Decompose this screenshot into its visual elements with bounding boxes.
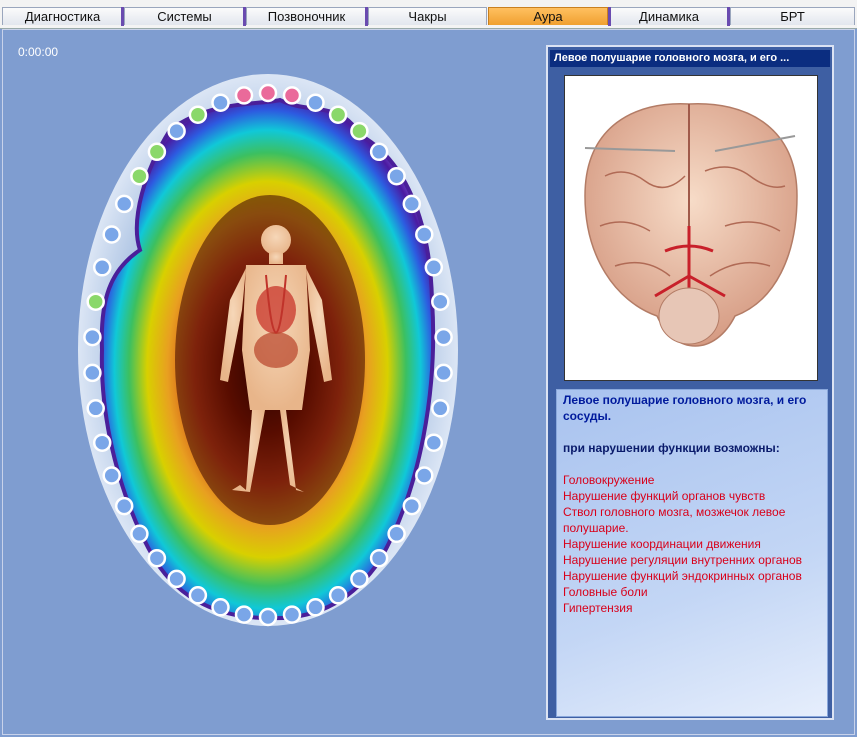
tab-bar: Диагностика Системы Позвоночник Чакры Ау… bbox=[0, 0, 857, 29]
aura-point[interactable] bbox=[211, 93, 230, 112]
aura-point[interactable] bbox=[102, 466, 121, 485]
aura-point[interactable] bbox=[83, 327, 102, 347]
aura-point[interactable] bbox=[83, 363, 102, 383]
aura-point[interactable] bbox=[402, 194, 422, 214]
aura-visualization bbox=[78, 74, 458, 627]
aura-point[interactable] bbox=[387, 524, 406, 544]
aura-point[interactable] bbox=[350, 121, 369, 141]
tab-aura[interactable]: Аура bbox=[488, 7, 608, 25]
aura-point[interactable] bbox=[92, 258, 112, 277]
aura-point[interactable] bbox=[234, 605, 254, 624]
description-box: Левое полушарие головного мозга, и его с… bbox=[556, 389, 828, 717]
tab-diagnostics[interactable]: Диагностика bbox=[2, 7, 124, 26]
symptom-item: Ствол головного мозга, мозжечок левое по… bbox=[563, 505, 786, 535]
aura-point[interactable] bbox=[424, 433, 444, 452]
aura-point[interactable] bbox=[431, 292, 450, 311]
aura-point[interactable] bbox=[167, 569, 186, 589]
tab-dynamics[interactable]: Динамика bbox=[608, 7, 730, 26]
aura-point[interactable] bbox=[350, 569, 369, 589]
aura-point[interactable] bbox=[167, 121, 186, 141]
aura-point[interactable] bbox=[114, 496, 134, 516]
aura-point[interactable] bbox=[369, 548, 389, 568]
tab-chakras[interactable]: Чакры bbox=[368, 7, 487, 25]
aura-point[interactable] bbox=[114, 194, 134, 214]
tab-systems[interactable]: Системы bbox=[124, 7, 246, 26]
aura-point[interactable] bbox=[434, 363, 453, 383]
aura-point[interactable] bbox=[402, 496, 422, 516]
timer: 0:00:00 bbox=[18, 45, 59, 59]
info-panel: Левое полушарие головного мозга, и его .… bbox=[546, 45, 834, 720]
symptom-item: Нарушение регуляции внутренних органов bbox=[563, 553, 803, 567]
aura-point[interactable] bbox=[130, 166, 149, 186]
aura-point[interactable] bbox=[92, 433, 112, 452]
aura-point[interactable] bbox=[147, 142, 167, 162]
aura-point[interactable] bbox=[415, 225, 434, 244]
aura-point[interactable] bbox=[188, 105, 208, 124]
panel-title: Левое полушарие головного мозга, и его .… bbox=[550, 50, 830, 67]
aura-point[interactable] bbox=[211, 598, 230, 617]
aura-point[interactable] bbox=[86, 399, 105, 418]
aura-point[interactable] bbox=[328, 105, 348, 124]
aura-point[interactable] bbox=[306, 93, 325, 112]
aura-point[interactable] bbox=[258, 83, 278, 103]
symptom-item: Гипертензия bbox=[563, 601, 633, 615]
tab-spine[interactable]: Позвоночник bbox=[246, 7, 368, 26]
aura-point[interactable] bbox=[431, 399, 450, 418]
symptom-item: Нарушение функций органов чувств bbox=[563, 489, 766, 503]
aura-point[interactable] bbox=[102, 225, 121, 244]
aura-point[interactable] bbox=[328, 586, 348, 605]
aura-point[interactable] bbox=[369, 142, 389, 162]
brain-illustration-icon bbox=[564, 75, 818, 381]
aura-point[interactable] bbox=[234, 86, 254, 105]
symptom-item: Головокружение bbox=[563, 473, 655, 487]
aura-point[interactable] bbox=[130, 524, 149, 544]
aura-point[interactable] bbox=[147, 548, 167, 568]
description-subheading: при нарушении функции возможны: bbox=[563, 441, 780, 455]
aura-point[interactable] bbox=[282, 86, 302, 105]
description-heading: Левое полушарие головного мозга, и его с… bbox=[563, 393, 807, 423]
symptom-item: Головные боли bbox=[563, 585, 648, 599]
symptom-item: Нарушение функций эндокринных органов bbox=[563, 569, 802, 583]
aura-point[interactable] bbox=[258, 607, 278, 627]
aura-point[interactable] bbox=[188, 586, 208, 605]
aura-point[interactable] bbox=[86, 292, 105, 311]
tab-brt[interactable]: БРТ bbox=[730, 7, 855, 25]
symptom-item: Нарушение координации движения bbox=[563, 537, 761, 551]
aura-point[interactable] bbox=[434, 327, 453, 347]
aura-point[interactable] bbox=[282, 605, 302, 624]
aura-point[interactable] bbox=[306, 598, 325, 617]
aura-point[interactable] bbox=[424, 258, 444, 277]
aura-point[interactable] bbox=[415, 466, 434, 485]
aura-point[interactable] bbox=[387, 166, 406, 186]
